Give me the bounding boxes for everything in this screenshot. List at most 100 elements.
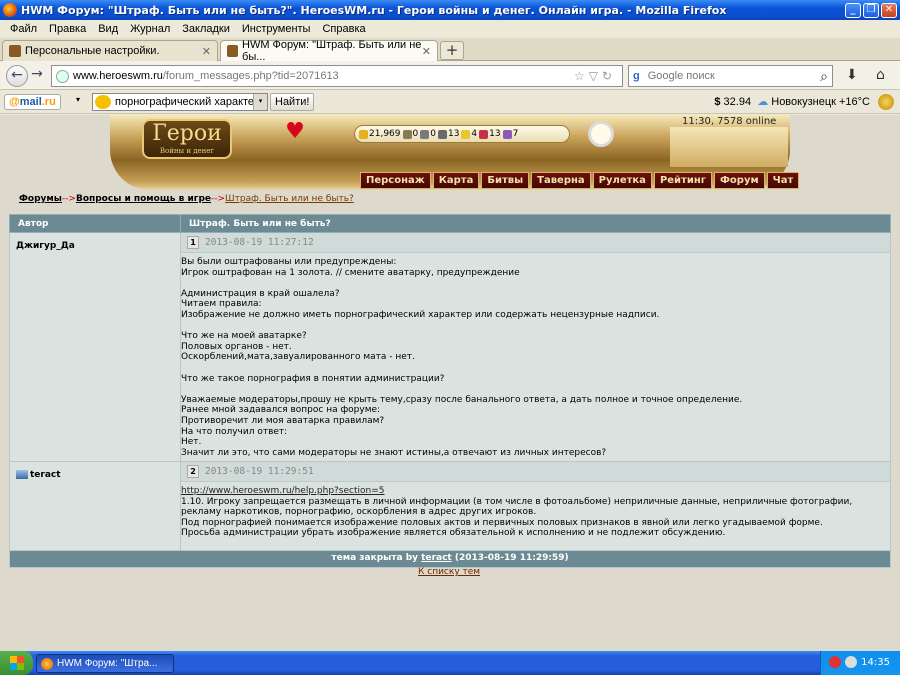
close-button[interactable]: ✕ (881, 2, 897, 18)
menu-bookmarks[interactable]: Закладки (176, 23, 236, 35)
post-number[interactable]: 1 (187, 236, 199, 249)
download-icon[interactable]: ⬇ (846, 67, 858, 83)
windows-logo-icon (10, 656, 24, 670)
game-menu: Персонаж Карта Битвы Таверна Рулетка Рей… (360, 172, 800, 189)
wood-resource: 0 (402, 129, 418, 139)
mercury-value: 13 (447, 129, 460, 139)
wood-icon (402, 129, 412, 139)
menu-forum[interactable]: Форум (714, 172, 765, 189)
crystal-value: 13 (489, 129, 501, 139)
sulfur-resource: 4 (461, 129, 477, 139)
clock: 14:35 (861, 657, 890, 668)
weather[interactable]: Новокузнецк +16°C (771, 96, 870, 108)
castle-image (670, 127, 788, 167)
tab-bar: Персональные настройки. ✕ HWM Форум: "Шт… (0, 38, 900, 63)
sulfur-icon (461, 129, 471, 139)
tab-label: HWM Форум: "Штраф. Быть или не бы... (242, 39, 422, 63)
mailru-info: $ 32.94 ☁ Новокузнецк +16°C (714, 95, 870, 108)
column-author: Автор (9, 214, 181, 233)
search-placeholder: Google поиск (647, 70, 715, 82)
gem-resource: 7 (502, 129, 519, 139)
breadcrumb-current[interactable]: Штраф. Быть или не быть? (225, 194, 354, 204)
tab-label: Персональные настройки. (25, 45, 160, 57)
help-link[interactable]: http://www.heroeswm.ru/help.php?section=… (181, 486, 385, 496)
closed-by-link[interactable]: teract (421, 553, 452, 563)
back-button[interactable]: ← (6, 65, 28, 87)
volume-icon[interactable] (845, 656, 857, 668)
post-message: 1 2013-08-19 11:27:12 Вы были оштрафован… (180, 232, 891, 462)
gear-icon[interactable] (878, 94, 894, 110)
currency-rate[interactable]: 32.94 (724, 96, 752, 108)
tab-close-icon[interactable]: ✕ (422, 45, 431, 58)
new-tab-button[interactable]: + (440, 41, 464, 60)
firefox-icon (3, 3, 17, 17)
breadcrumb-forums[interactable]: Форумы (19, 194, 62, 204)
topic-closed-info: тема закрыта by teract (2013-08-19 11:29… (9, 549, 891, 568)
maximize-button[interactable]: ❐ (863, 2, 879, 18)
post-header: 2 2013-08-19 11:29:51 (181, 462, 890, 482)
search-icon[interactable]: ⌕ (820, 68, 828, 85)
closed-label: тема закрыта by (331, 552, 419, 563)
search-engine-icon (95, 95, 111, 109)
table-footer: тема закрыта by teract (2013-08-19 11:29… (9, 549, 891, 568)
back-to-topics-link[interactable]: К списку тем (418, 567, 480, 577)
breadcrumb-sep: --> (211, 194, 226, 204)
breadcrumb-section[interactable]: Вопросы и помощь в игре (76, 194, 211, 204)
menu-chat[interactable]: Чат (766, 172, 800, 189)
home-icon[interactable]: ⌂ (876, 67, 885, 83)
menu-tools[interactable]: Инструменты (236, 23, 317, 35)
table-row: teract 2 2013-08-19 11:29:51 http://www.… (9, 461, 891, 551)
google-icon[interactable]: g (633, 70, 640, 82)
author-name[interactable]: teract (30, 470, 61, 480)
post-header: 1 2013-08-19 11:27:12 (181, 233, 890, 253)
sulfur-value: 4 (471, 129, 478, 139)
url-bar[interactable]: www.heroeswm.ru/forum_messages.php?tid=2… (51, 65, 623, 87)
mailru-logo-mail: mail (19, 96, 42, 108)
start-button[interactable] (0, 651, 33, 675)
minimize-button[interactable]: _ (845, 2, 861, 18)
tray-app-icon[interactable] (829, 656, 841, 668)
menu-battles[interactable]: Битвы (481, 172, 530, 189)
post-body: http://www.heroeswm.ru/help.php?section=… (181, 482, 890, 497)
author-name[interactable]: Джигур_Да (16, 241, 75, 251)
tab-forum[interactable]: HWM Форум: "Штраф. Быть или не бы... ✕ (220, 39, 438, 63)
gold-value: 21,969 (369, 129, 401, 139)
menu-edit[interactable]: Правка (43, 23, 92, 35)
menu-history[interactable]: Журнал (124, 23, 176, 35)
game-logo[interactable]: Герои Войны и денег (142, 119, 232, 159)
menu-map[interactable]: Карта (432, 172, 480, 189)
tab-settings[interactable]: Персональные настройки. ✕ (2, 40, 218, 61)
menu-character[interactable]: Персонаж (360, 172, 431, 189)
mailru-dropdown-icon[interactable]: ▾ (76, 95, 80, 104)
menu-help[interactable]: Справка (316, 23, 371, 35)
gem-value: 7 (512, 129, 519, 139)
find-button[interactable]: Найти! (270, 93, 315, 111)
globe-icon (56, 69, 69, 83)
page-content: Герои Войны и денег ♥ 21,969 0 0 13 4 13… (0, 115, 900, 651)
url-icons[interactable]: ☆▽↻ (574, 69, 616, 83)
mailru-logo[interactable]: @mail.ru (4, 94, 61, 110)
menu-tavern[interactable]: Таверна (531, 172, 591, 189)
menu-roulette[interactable]: Рулетка (592, 172, 652, 189)
ore-value: 0 (430, 129, 436, 139)
menu-view[interactable]: Вид (92, 23, 124, 35)
taskbar-firefox-item[interactable]: HWM Форум: "Штра... (36, 654, 174, 673)
forum-table: Автор Штраф. Быть или не быть? Джигур_Да… (9, 214, 891, 568)
post-author: teract (9, 461, 181, 551)
menu-rating[interactable]: Рейтинг (653, 172, 712, 189)
forward-button[interactable]: → (28, 65, 46, 87)
crystal-resource: 13 (479, 129, 501, 139)
tab-close-icon[interactable]: ✕ (202, 45, 211, 58)
post-body-text: 1.10. Игроку запрещается размещать в лич… (181, 496, 853, 539)
ring-icon[interactable] (588, 121, 614, 147)
menu-file[interactable]: Файл (4, 23, 43, 35)
search-input[interactable]: g Google поиск ⌕ (628, 65, 833, 87)
post-author: Джигур_Да (9, 232, 181, 462)
chevron-down-icon[interactable]: ▾ (253, 94, 267, 110)
resources-bar: 21,969 0 0 13 4 13 7 (354, 125, 570, 143)
mailru-logo-at: @ (9, 96, 20, 108)
mailru-search-input[interactable]: порнографический характер ▾ (92, 93, 268, 111)
moderator-icon (16, 470, 28, 479)
firefox-icon (41, 657, 53, 670)
post-number[interactable]: 2 (187, 465, 199, 478)
